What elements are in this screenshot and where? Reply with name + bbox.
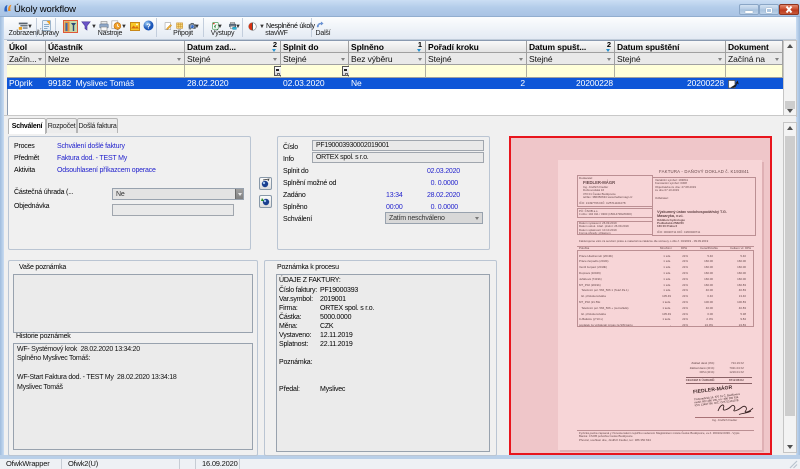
svg-text:?: ? <box>146 21 151 30</box>
